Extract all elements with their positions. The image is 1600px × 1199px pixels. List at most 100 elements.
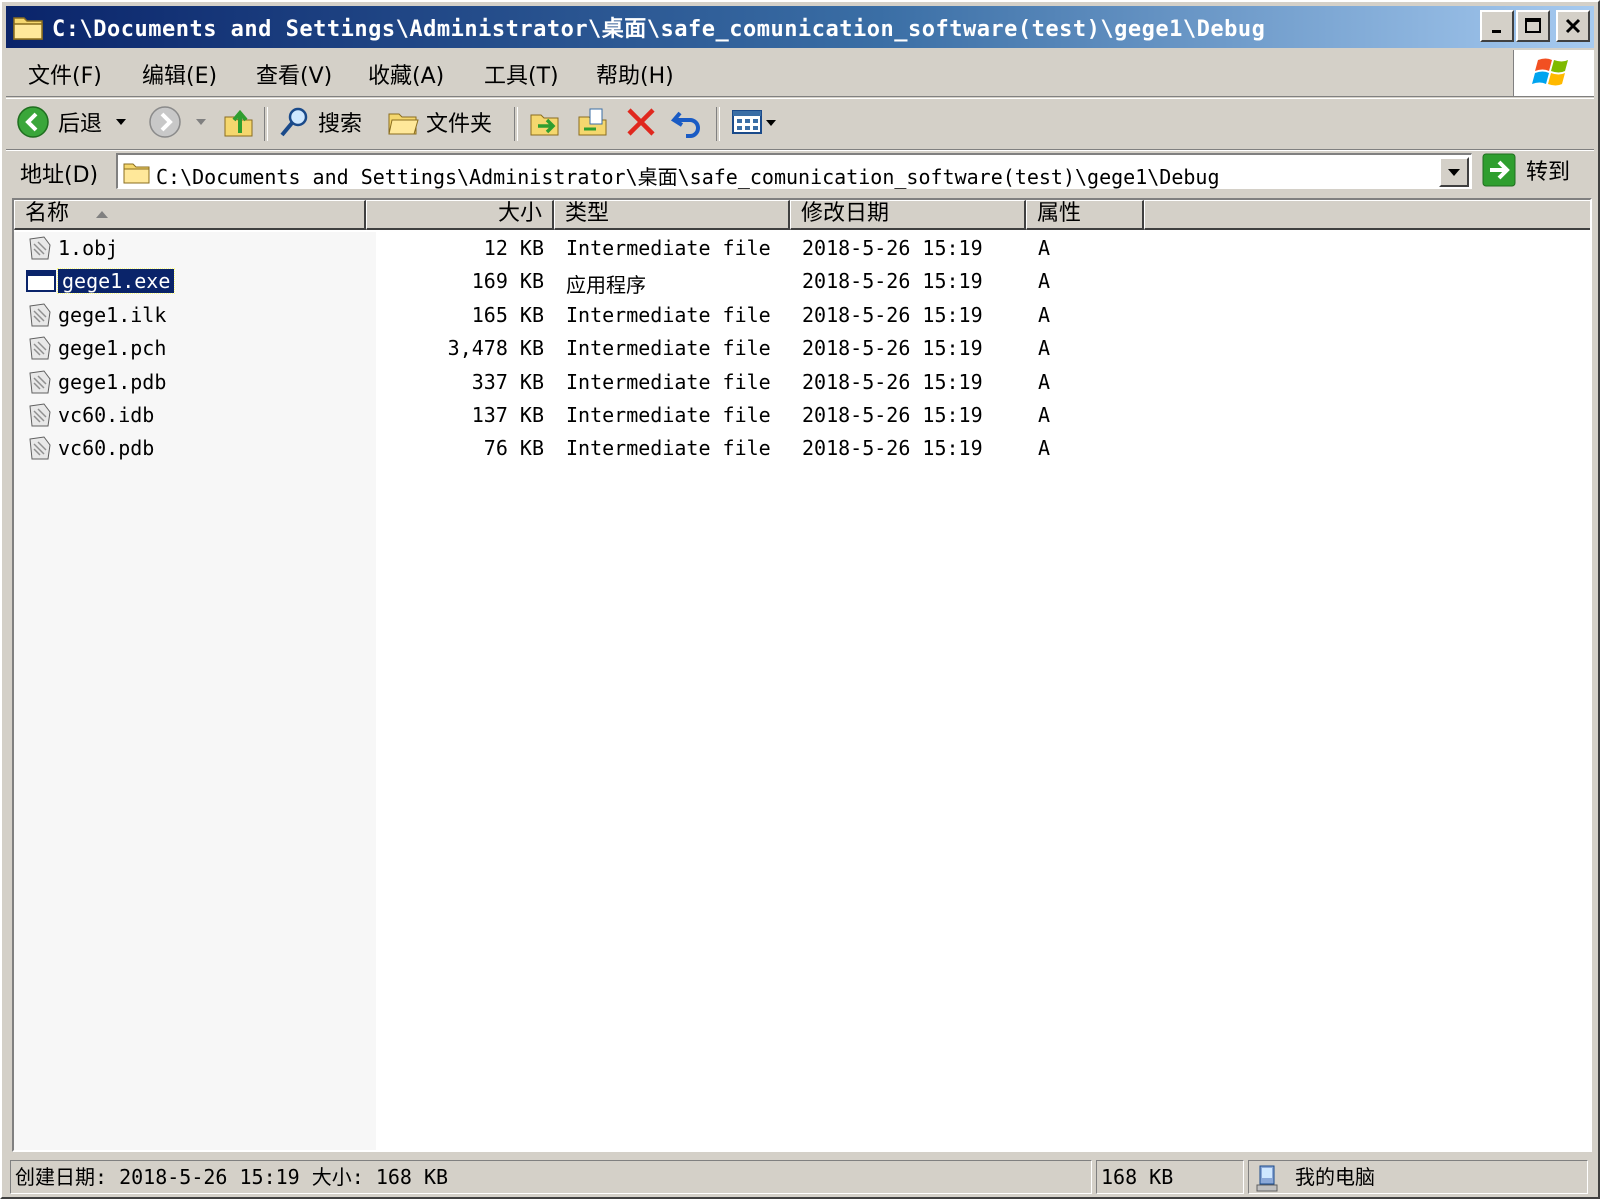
menu-edit[interactable]: 编辑(E) xyxy=(142,58,217,90)
minimize-icon xyxy=(1492,30,1501,33)
file-size: 169 KB xyxy=(471,269,544,294)
generic-file-icon xyxy=(26,335,52,361)
column-header-size[interactable]: 大小 xyxy=(366,200,554,230)
menu-favorites[interactable]: 收藏(A) xyxy=(368,58,444,90)
file-size: 76 KB xyxy=(483,436,544,461)
close-icon xyxy=(1565,18,1581,34)
delete-button[interactable] xyxy=(624,105,658,139)
search-button[interactable]: 搜索 xyxy=(278,105,362,139)
folders-icon xyxy=(388,113,419,135)
file-list[interactable]: 名称 大小 类型 修改日期 属性 1.obj 12 KB Intermediate … xyxy=(12,198,1592,1152)
delete-icon xyxy=(627,108,655,136)
status-zone: 我的电脑 xyxy=(1248,1160,1588,1194)
file-name[interactable]: vc60.idb xyxy=(58,403,154,427)
folders-label: 文件夹 xyxy=(426,112,493,137)
address-dropdown-button[interactable] xyxy=(1439,157,1469,187)
close-button[interactable] xyxy=(1556,10,1590,42)
column-header-type[interactable]: 类型 xyxy=(554,200,790,230)
maximize-button[interactable] xyxy=(1516,10,1550,42)
menu-view[interactable]: 查看(V) xyxy=(256,58,332,90)
table-row[interactable]: 1.obj 12 KB Intermediate file 2018-5-26 15:… xyxy=(14,232,1590,265)
column-header-attributes[interactable]: 属性 xyxy=(1026,200,1144,230)
address-input[interactable]: C:\Documents and Settings\Administrator\… xyxy=(116,153,1472,189)
column-header-name-label: 名称 xyxy=(25,201,70,226)
file-modified: 2018-5-26 15:19 xyxy=(802,236,983,260)
forward-button[interactable] xyxy=(148,105,212,139)
title-bar[interactable]: C:\Documents and Settings\Administrator\… xyxy=(6,6,1594,48)
move-to-button[interactable] xyxy=(528,105,562,139)
search-icon xyxy=(280,107,308,137)
folders-button[interactable]: 文件夹 xyxy=(386,105,492,139)
file-type: Intermediate file xyxy=(566,369,771,394)
my-computer-icon xyxy=(1256,1165,1278,1191)
address-value: C:\Documents and Settings\Administrator\… xyxy=(156,165,1220,189)
menu-file[interactable]: 文件(F) xyxy=(28,58,102,90)
file-modified: 2018-5-26 15:19 xyxy=(802,369,983,394)
file-modified: 2018-5-26 15:19 xyxy=(802,436,983,461)
chevron-down-icon[interactable] xyxy=(192,112,212,132)
table-row[interactable]: gege1.exe 169 KB 应用程序 2018-5-26 15:19 A xyxy=(14,265,1590,298)
views-icon xyxy=(732,110,762,134)
file-attributes: A xyxy=(1038,302,1051,327)
file-attributes: A xyxy=(1038,369,1051,394)
back-button[interactable]: 后退 xyxy=(16,105,132,139)
file-modified: 2018-5-26 15:19 xyxy=(802,336,983,361)
table-row[interactable]: vc60.pdb 76 KB Intermediate file 2018-5-26 … xyxy=(14,432,1590,465)
file-attributes: A xyxy=(1038,236,1051,260)
file-type: 应用程序 xyxy=(566,273,646,298)
copy-to-icon xyxy=(578,108,607,136)
file-type: Intermediate file xyxy=(566,403,771,427)
sort-ascending-icon xyxy=(96,211,109,218)
status-bar: 创建日期: 2018-5-26 15:19 大小: 168 KB 168 KB … xyxy=(6,1156,1594,1196)
menu-help[interactable]: 帮助(H) xyxy=(596,58,674,90)
column-header-name[interactable]: 名称 xyxy=(14,200,366,230)
column-header-filler xyxy=(1144,200,1590,230)
file-name[interactable]: 1.obj xyxy=(58,236,118,260)
forward-arrow-icon xyxy=(149,106,181,138)
file-type: Intermediate file xyxy=(566,302,771,327)
file-modified: 2018-5-26 15:19 xyxy=(802,403,983,427)
standard-toolbar: 后退 搜索 文件夹 xyxy=(6,98,1594,150)
table-row[interactable]: gege1.pdb 337 KB Intermediate file 2018-5-2… xyxy=(14,366,1590,399)
status-zone-label: 我的电脑 xyxy=(1295,1165,1376,1189)
views-button[interactable] xyxy=(730,105,778,139)
menu-bar: 文件(F) 编辑(E) 查看(V) 收藏(A) 工具(T) 帮助(H) xyxy=(6,50,1594,97)
go-button[interactable]: 转到 xyxy=(1482,153,1570,187)
file-modified: 2018-5-26 15:19 xyxy=(802,269,983,294)
column-header-modified[interactable]: 修改日期 xyxy=(790,200,1026,230)
file-type: Intermediate file xyxy=(566,236,771,260)
toolbar-separator xyxy=(514,107,518,141)
go-label: 转到 xyxy=(1526,160,1571,185)
file-name[interactable]: gege1.ilk xyxy=(58,303,166,327)
chevron-down-icon[interactable] xyxy=(112,112,132,132)
table-row[interactable]: gege1.pch 3,478 KB Intermediate file 2018-5… xyxy=(14,332,1590,365)
toolbar-separator xyxy=(264,107,268,141)
file-size: 337 KB xyxy=(471,369,544,394)
file-name[interactable]: vc60.pdb xyxy=(58,436,154,460)
application-icon xyxy=(26,268,56,294)
table-row[interactable]: vc60.idb 137 KB Intermediate file 2018-5-26… xyxy=(14,399,1590,432)
file-size: 165 KB xyxy=(471,302,544,327)
minimize-button[interactable] xyxy=(1480,10,1514,42)
generic-file-icon xyxy=(26,402,52,428)
windows-logo-icon xyxy=(1513,50,1594,96)
back-arrow-icon xyxy=(17,106,49,138)
list-header: 名称 大小 类型 修改日期 属性 xyxy=(14,200,1590,230)
address-label: 地址(D) xyxy=(20,163,99,188)
copy-to-button[interactable] xyxy=(576,105,610,139)
file-attributes: A xyxy=(1038,436,1051,461)
undo-button[interactable] xyxy=(670,105,704,139)
table-row[interactable]: gege1.ilk 165 KB Intermediate file 2018-5-2… xyxy=(14,299,1590,332)
file-type: Intermediate file xyxy=(566,336,771,361)
up-folder-button[interactable] xyxy=(222,105,256,139)
window-title: C:\Documents and Settings\Administrator\… xyxy=(52,17,1266,42)
file-name[interactable]: gege1.pdb xyxy=(58,370,166,394)
file-name[interactable]: gege1.exe xyxy=(56,268,176,295)
window-controls xyxy=(1480,10,1590,42)
menu-tools[interactable]: 工具(T) xyxy=(484,58,559,90)
status-info: 创建日期: 2018-5-26 15:19 大小: 168 KB xyxy=(10,1160,1092,1194)
file-attributes: A xyxy=(1038,336,1051,361)
search-label: 搜索 xyxy=(318,112,363,137)
file-name[interactable]: gege1.pch xyxy=(58,336,166,360)
file-type: Intermediate file xyxy=(566,436,771,461)
